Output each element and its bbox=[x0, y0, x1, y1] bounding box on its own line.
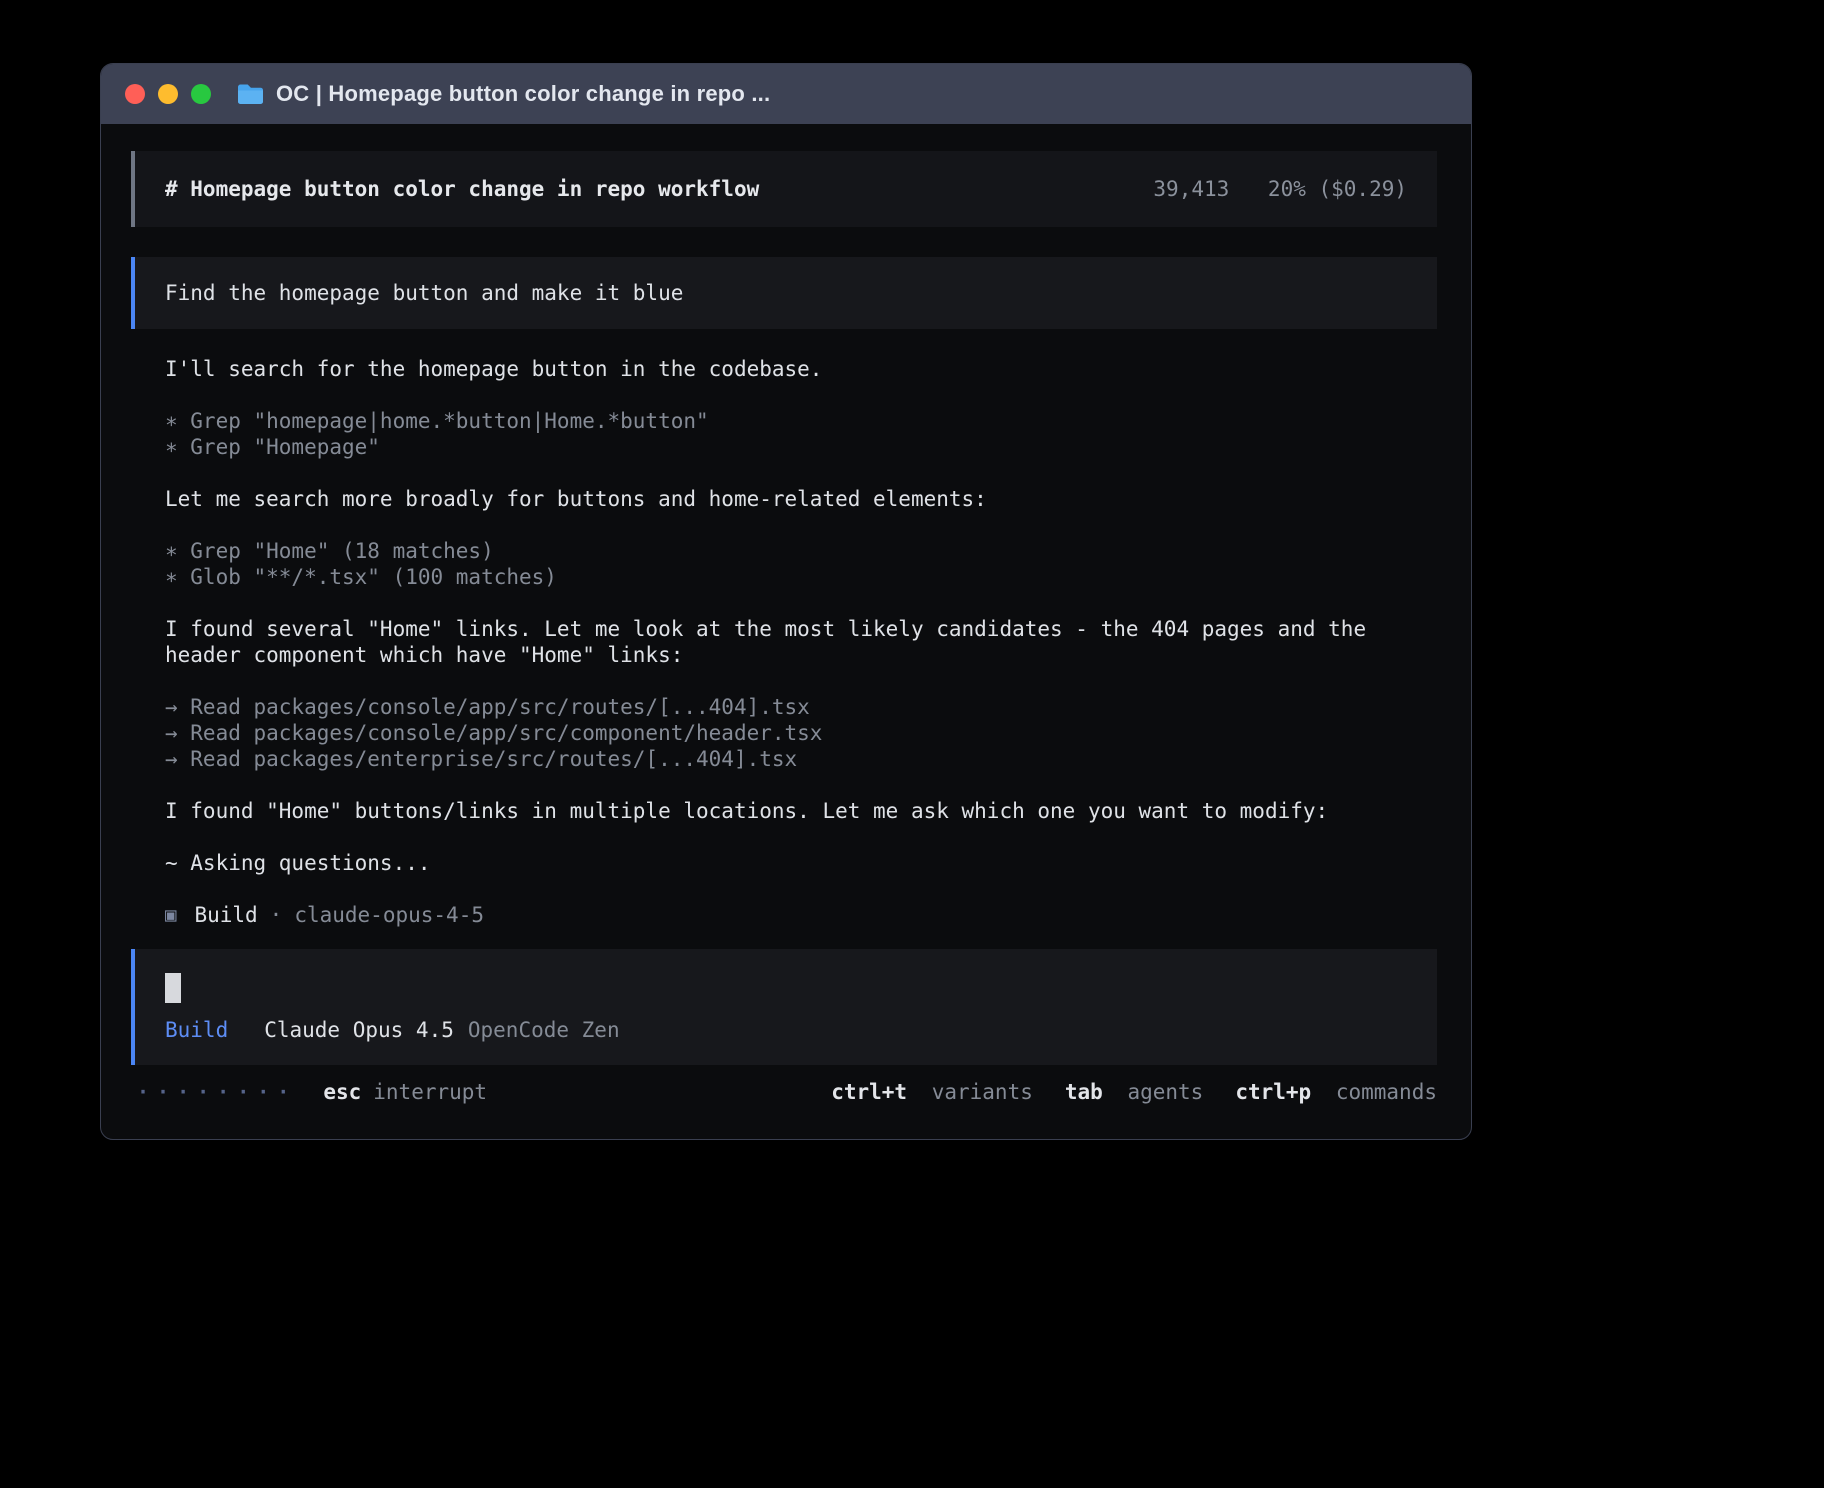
shortcut-key: ctrl+t bbox=[831, 1080, 907, 1104]
session-title: # Homepage button color change in repo w… bbox=[165, 176, 759, 202]
agent-name: Build bbox=[194, 902, 257, 928]
assistant-paragraph: I found "Home" buttons/links in multiple… bbox=[165, 798, 1437, 824]
agent-model: claude-opus-4-5 bbox=[294, 902, 484, 928]
window-title: OC | Homepage button color change in rep… bbox=[276, 81, 770, 107]
shortcut-key: ctrl+p bbox=[1235, 1080, 1311, 1104]
shortcut-variants: ctrl+t variants bbox=[831, 1079, 1033, 1105]
tool-call-read: → Read packages/console/app/src/componen… bbox=[165, 720, 1437, 746]
shortcut-label: variants bbox=[932, 1080, 1033, 1104]
tool-call-grep: ∗ Grep "Homepage" bbox=[165, 434, 1437, 460]
shortcut-label: commands bbox=[1336, 1080, 1437, 1104]
terminal-content: # Homepage button color change in repo w… bbox=[101, 124, 1471, 1105]
minimize-button[interactable] bbox=[158, 84, 178, 104]
user-message: Find the homepage button and make it blu… bbox=[131, 257, 1437, 329]
agent-separator: · bbox=[270, 902, 283, 928]
agent-status-line: ▣ Build · claude-opus-4-5 bbox=[165, 902, 1437, 928]
session-meta: 39,413 20% ($0.29) bbox=[1153, 176, 1407, 202]
assistant-paragraph: I found several "Home" links. Let me loo… bbox=[165, 616, 1415, 668]
statusbar-right: ctrl+t variants tab agents ctrl+p comman… bbox=[799, 1079, 1437, 1105]
session-header: # Homepage button color change in repo w… bbox=[131, 151, 1437, 227]
agent-mode-label[interactable]: Build bbox=[165, 1017, 228, 1043]
close-button[interactable] bbox=[125, 84, 145, 104]
folder-icon bbox=[237, 83, 264, 105]
agent-icon: ▣ bbox=[165, 902, 176, 928]
provider-label: OpenCode Zen bbox=[468, 1017, 620, 1043]
tool-call-read: → Read packages/enterprise/src/routes/[.… bbox=[165, 746, 1437, 772]
tool-call-group: → Read packages/console/app/src/routes/[… bbox=[165, 694, 1437, 772]
assistant-paragraph: Let me search more broadly for buttons a… bbox=[165, 486, 1437, 512]
statusbar: ········ esc interrupt ctrl+t variants t… bbox=[131, 1079, 1437, 1105]
model-label[interactable]: Claude Opus 4.5 bbox=[264, 1017, 454, 1043]
shortcut-commands: ctrl+p commands bbox=[1235, 1079, 1437, 1105]
esc-key-label: interrupt bbox=[373, 1079, 487, 1105]
tool-call-group: ∗ Grep "Home" (18 matches) ∗ Glob "**/*.… bbox=[165, 538, 1437, 590]
tool-call-grep: ∗ Grep "homepage|home.*button|Home.*butt… bbox=[165, 408, 1437, 434]
zoom-button[interactable] bbox=[191, 84, 211, 104]
tool-call-glob: ∗ Glob "**/*.tsx" (100 matches) bbox=[165, 564, 1437, 590]
traffic-lights bbox=[125, 84, 211, 104]
tool-call-grep: ∗ Grep "Home" (18 matches) bbox=[165, 538, 1437, 564]
token-count: 39,413 bbox=[1153, 177, 1229, 201]
user-message-text: Find the homepage button and make it blu… bbox=[165, 281, 683, 305]
shortcut-agents: tab agents bbox=[1065, 1079, 1203, 1105]
assistant-paragraph: I'll search for the homepage button in t… bbox=[165, 356, 1437, 382]
titlebar[interactable]: OC | Homepage button color change in rep… bbox=[101, 64, 1471, 124]
spinner-dots: ········ bbox=[137, 1079, 297, 1105]
shortcut-key: tab bbox=[1065, 1080, 1103, 1104]
assistant-status: ~ Asking questions... bbox=[165, 850, 1437, 876]
statusbar-left: ········ esc interrupt bbox=[137, 1079, 487, 1105]
terminal-window: OC | Homepage button color change in rep… bbox=[100, 63, 1472, 1140]
context-usage: 20% ($0.29) bbox=[1268, 177, 1407, 201]
esc-key-hint: esc bbox=[323, 1079, 361, 1105]
tool-call-group: ∗ Grep "homepage|home.*button|Home.*butt… bbox=[165, 408, 1437, 460]
tool-call-read: → Read packages/console/app/src/routes/[… bbox=[165, 694, 1437, 720]
input-meta-row: Build Claude Opus 4.5 OpenCode Zen bbox=[165, 1017, 1407, 1043]
shortcut-label: agents bbox=[1127, 1080, 1203, 1104]
text-cursor bbox=[165, 973, 181, 1003]
prompt-input[interactable]: Build Claude Opus 4.5 OpenCode Zen bbox=[131, 949, 1437, 1065]
